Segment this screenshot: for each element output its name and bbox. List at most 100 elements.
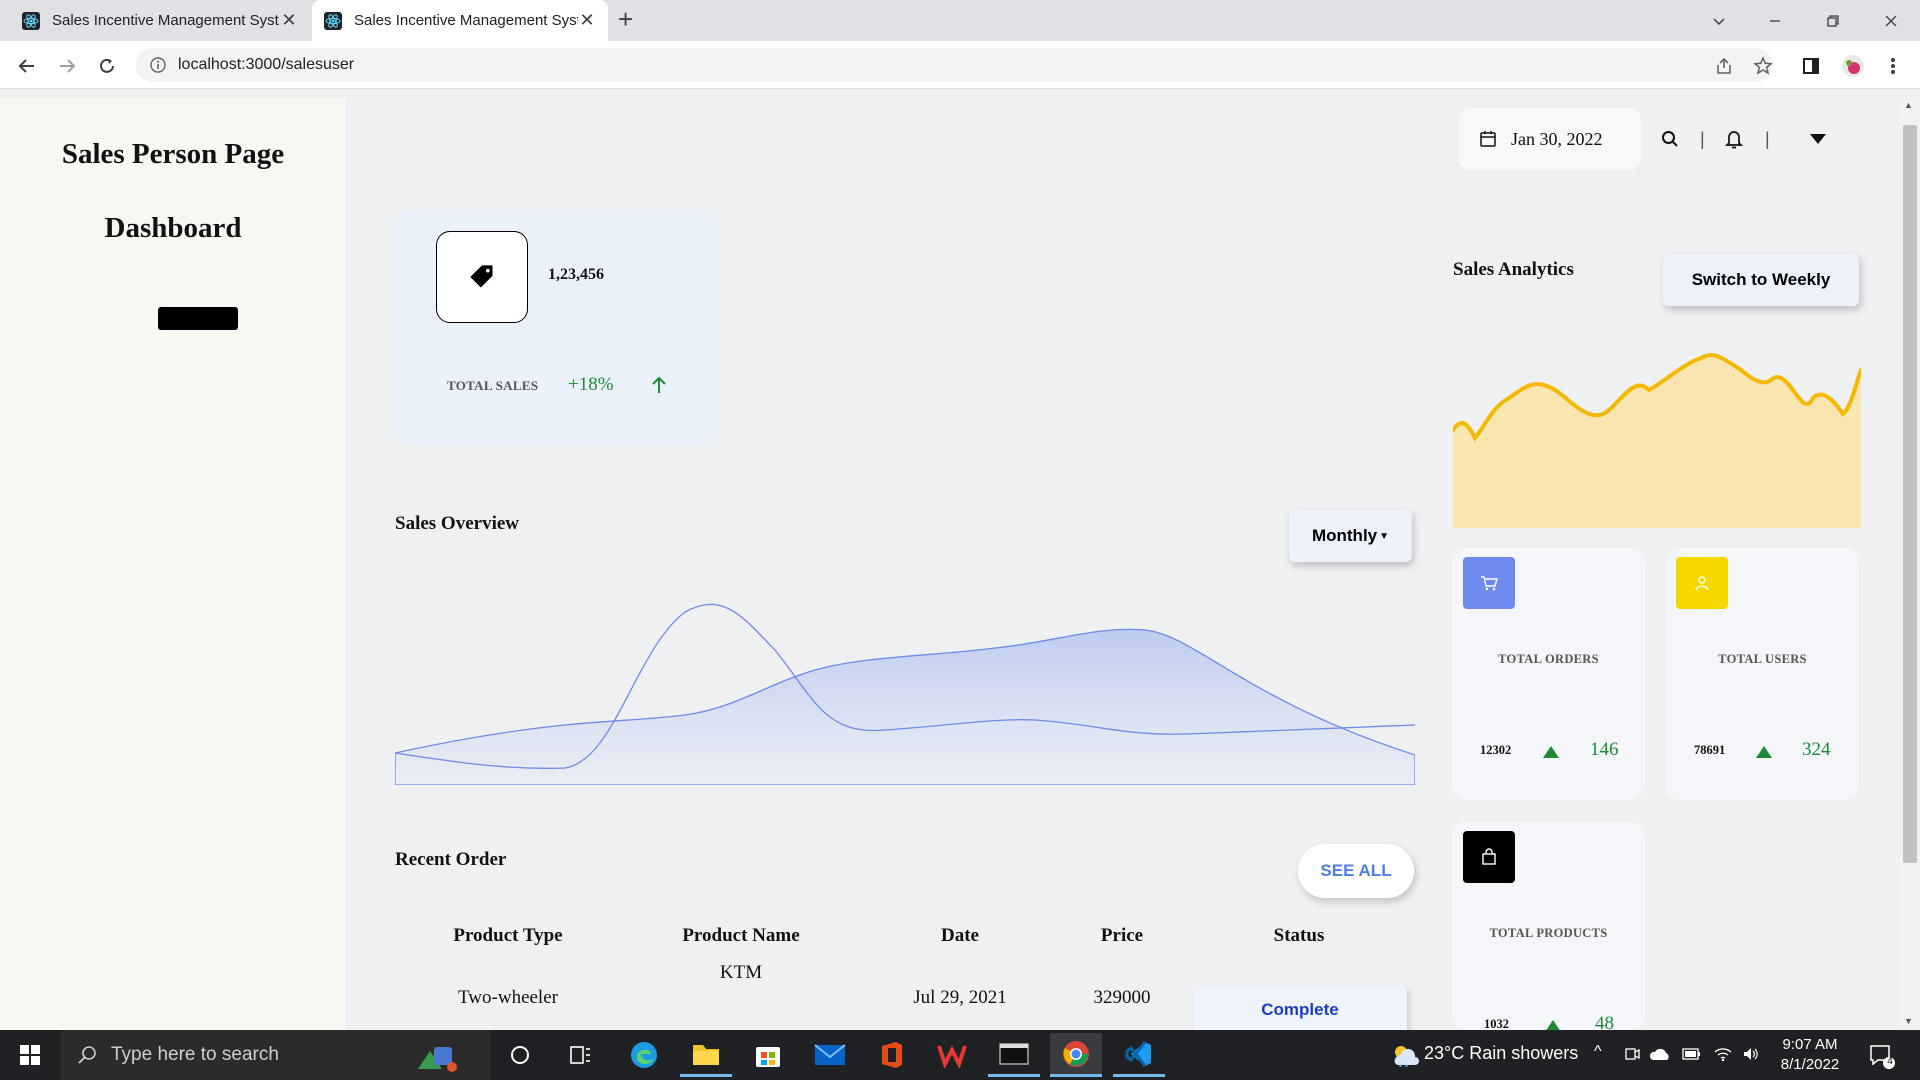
overview-area-series xyxy=(395,628,1415,785)
wifi-icon[interactable] xyxy=(1714,1046,1732,1067)
recent-order-title: Recent Order xyxy=(395,849,507,870)
switch-weekly-button[interactable]: Switch to Weekly xyxy=(1663,254,1859,306)
sidebar-title: Sales Person Page xyxy=(61,138,285,170)
triangle-up-icon xyxy=(1756,745,1772,763)
weather-rain-icon xyxy=(1378,1033,1430,1077)
scroll-down-arrow-icon[interactable]: ▼ xyxy=(1904,1016,1913,1026)
tab-search-icon[interactable] xyxy=(1696,0,1742,41)
total-orders-count: 12302 xyxy=(1480,743,1512,757)
profile-avatar[interactable] xyxy=(1839,52,1867,80)
see-all-button[interactable]: SEE ALL xyxy=(1298,844,1414,898)
wps-icon[interactable] xyxy=(926,1033,978,1077)
side-panel-icon[interactable] xyxy=(1797,52,1825,80)
new-tab-button[interactable]: + xyxy=(618,4,633,35)
cart-icon xyxy=(1463,557,1515,609)
cell-date: Jul 29, 2021 xyxy=(913,987,1007,1008)
bookmark-star-icon[interactable] xyxy=(1749,52,1777,80)
sales-analytics-title: Sales Analytics xyxy=(1453,259,1574,280)
chrome-icon[interactable] xyxy=(1050,1033,1102,1077)
column-header: Date xyxy=(941,925,979,946)
column-header: Price xyxy=(1100,925,1144,946)
address-bar[interactable]: localhost:3000/salesuser xyxy=(136,48,1773,82)
chevron-up-icon[interactable]: ^ xyxy=(1594,1043,1602,1061)
total-sales-label: TOTAL SALES xyxy=(447,378,539,393)
back-arrow-icon[interactable] xyxy=(13,52,41,80)
windows-start-icon[interactable] xyxy=(4,1033,56,1077)
arrow-up-icon xyxy=(651,376,667,399)
caret-down-icon: ▼ xyxy=(1379,530,1390,542)
bell-icon[interactable] xyxy=(1723,128,1745,150)
total-products-count: 1032 xyxy=(1484,1017,1509,1030)
react-icon xyxy=(22,11,40,30)
weather-widget-icon[interactable] xyxy=(410,1033,462,1077)
reload-icon[interactable] xyxy=(93,52,121,80)
edge-icon[interactable] xyxy=(618,1033,670,1077)
forward-arrow-icon[interactable] xyxy=(53,52,81,80)
more-menu-icon[interactable] xyxy=(1879,52,1907,80)
triangle-up-icon xyxy=(1545,1019,1561,1030)
store-icon[interactable] xyxy=(742,1033,794,1077)
total-orders-label: TOTAL ORDERS xyxy=(1498,652,1599,666)
period-dropdown-button[interactable]: Monthly ▼ xyxy=(1289,510,1412,562)
scroll-up-arrow-icon[interactable]: ▲ xyxy=(1904,100,1913,110)
column-header: Product Name xyxy=(682,925,800,946)
column-header: Status xyxy=(1273,925,1325,946)
mail-icon[interactable] xyxy=(804,1033,856,1077)
tab-title: Sales Incentive Management Syst xyxy=(354,12,578,29)
clock-time: 9:07 AM xyxy=(1782,1036,1838,1053)
date-picker[interactable]: Jan 30, 2022 xyxy=(1459,108,1641,170)
office-icon[interactable] xyxy=(865,1033,917,1077)
dropdown-caret-icon[interactable] xyxy=(1807,128,1829,150)
tab-title: Sales Incentive Management Syst xyxy=(52,12,279,29)
date-text: Jan 30, 2022 xyxy=(1511,128,1603,149)
total-products-delta: 48 xyxy=(1595,1013,1614,1030)
cell-product-name: KTM xyxy=(719,962,763,983)
divider: | xyxy=(1700,129,1705,149)
file-explorer-icon[interactable] xyxy=(680,1033,732,1077)
close-window-button[interactable] xyxy=(1868,0,1914,41)
search-icon[interactable] xyxy=(1659,128,1681,150)
sales-analytics-chart xyxy=(1453,353,1861,528)
total-sales-change: +18% xyxy=(568,374,614,395)
notification-count: 4 xyxy=(1887,1056,1893,1067)
user-icon xyxy=(1676,557,1728,609)
search-icon xyxy=(78,1046,96,1064)
battery-icon[interactable] xyxy=(1682,1047,1702,1066)
weather-text[interactable]: 23°C Rain showers xyxy=(1424,1043,1578,1064)
restore-button[interactable] xyxy=(1810,0,1856,41)
price-tag-icon xyxy=(436,231,528,323)
search-placeholder: Type here to search xyxy=(111,1044,279,1065)
close-tab-icon[interactable]: ✕ xyxy=(280,10,298,31)
react-icon xyxy=(324,11,342,30)
onedrive-icon[interactable] xyxy=(1649,1046,1670,1067)
sales-overview-chart xyxy=(395,603,1415,785)
close-tab-icon[interactable]: ✕ xyxy=(578,10,596,31)
sidebar-subtitle: Dashboard xyxy=(104,212,242,244)
status-badge[interactable]: Complete xyxy=(1193,985,1407,1035)
total-users-label: TOTAL USERS xyxy=(1718,652,1807,666)
cell-price: 329000 xyxy=(1093,987,1151,1008)
shopping-bag-icon xyxy=(1463,831,1515,883)
browser-tab[interactable]: Sales Incentive Management Syst ✕ xyxy=(10,0,310,41)
meet-now-icon[interactable] xyxy=(1624,1046,1640,1067)
sidebar-button[interactable] xyxy=(158,307,238,330)
system-clock[interactable]: 9:07 AM 8/1/2022 xyxy=(1772,1035,1848,1075)
task-view-icon[interactable] xyxy=(554,1033,606,1077)
calendar-icon xyxy=(1480,131,1496,147)
cell-product-type: Two-wheeler xyxy=(458,987,558,1008)
total-products-label: TOTAL PRODUCTS xyxy=(1489,926,1608,940)
terminal-icon[interactable] xyxy=(988,1033,1040,1077)
total-users-delta: 324 xyxy=(1802,739,1831,760)
cortana-icon[interactable] xyxy=(494,1033,546,1077)
minimize-button[interactable] xyxy=(1752,0,1798,41)
volume-icon[interactable] xyxy=(1742,1046,1760,1067)
info-icon xyxy=(150,57,166,73)
scrollbar-thumb[interactable] xyxy=(1903,125,1917,863)
browser-tab-active[interactable]: Sales Incentive Management Syst ✕ xyxy=(312,0,608,41)
url-text: localhost:3000/salesuser xyxy=(178,56,355,73)
share-icon[interactable] xyxy=(1710,52,1738,80)
vscode-icon[interactable] xyxy=(1113,1033,1165,1077)
sales-overview-title: Sales Overview xyxy=(395,513,520,534)
column-header: Product Type xyxy=(453,925,563,946)
analytics-area xyxy=(1453,355,1861,528)
